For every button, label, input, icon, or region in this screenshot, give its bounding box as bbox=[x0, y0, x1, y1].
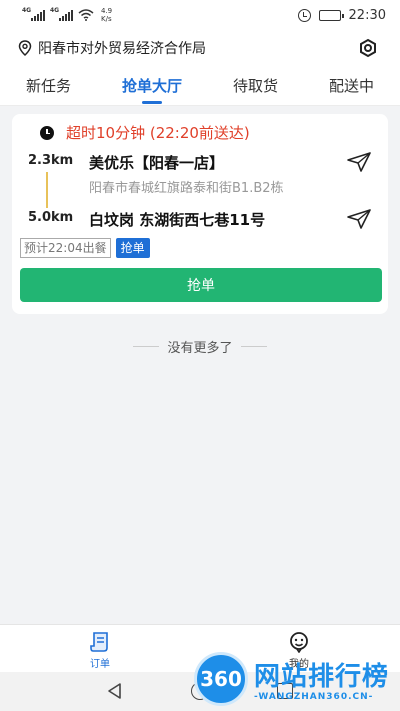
net-speed-value: 4.9 bbox=[101, 7, 113, 15]
location-row[interactable]: 阳春市对外贸易经济合作局 bbox=[0, 30, 400, 66]
order-card[interactable]: 超时10分钟 (22:20前送达) 2.3km 美优乐【阳春一店】 阳春市春城红… bbox=[12, 114, 388, 314]
destination-name: 白坟岗 东湖街西七巷11号 bbox=[89, 211, 266, 229]
estimate-tag: 预计22:04出餐 bbox=[20, 238, 111, 258]
status-bar: 4G 4G 4.9 K/s 22:30 bbox=[0, 0, 400, 30]
signal-tag: 4G bbox=[22, 7, 32, 14]
grab-order-button[interactable]: 抢单 bbox=[20, 268, 382, 302]
nav-orders[interactable]: 订单 bbox=[70, 631, 130, 670]
shop-name: 美优乐【阳春一店】 bbox=[89, 154, 225, 172]
alarm-icon bbox=[297, 8, 311, 22]
clock-icon bbox=[40, 125, 54, 140]
net-speed: 4.9 K/s bbox=[101, 7, 112, 23]
tab-new-task[interactable]: 新任务 bbox=[26, 70, 71, 106]
tag-row: 预计22:04出餐 抢单 bbox=[20, 238, 150, 258]
header: 阳春市对外贸易经济合作局 新任务 抢单大厅 待取货 配送中 bbox=[0, 30, 400, 106]
orders-icon bbox=[90, 632, 108, 652]
timeout-text: 超时10分钟 (22:20前送达) bbox=[66, 124, 250, 142]
navigate-icon[interactable] bbox=[346, 208, 372, 230]
watermark-subtitle: -WANGZHAN360.CN- bbox=[254, 692, 374, 702]
nav-orders-label: 订单 bbox=[90, 659, 110, 670]
grab-tag: 抢单 bbox=[115, 238, 150, 258]
signal-tag: 4G bbox=[50, 7, 60, 14]
route-line bbox=[46, 172, 48, 208]
location-text: 阳春市对外贸易经济合作局 bbox=[38, 41, 206, 57]
signal-icon: 4G bbox=[50, 7, 73, 21]
watermark-badge: 360 bbox=[194, 652, 248, 706]
dest-distance: 5.0km bbox=[28, 210, 74, 225]
tab-delivering[interactable]: 配送中 bbox=[329, 70, 374, 106]
shop-distance: 2.3km bbox=[28, 153, 74, 168]
watermark-logo: 360 网站排行榜 -WANGZHAN360.CN- bbox=[190, 648, 400, 710]
divider bbox=[133, 346, 160, 347]
status-time: 22:30 bbox=[348, 7, 386, 23]
back-icon[interactable] bbox=[106, 682, 124, 700]
net-speed-unit: K/s bbox=[101, 15, 112, 23]
signal-icon: 4G bbox=[22, 7, 45, 21]
list-footer: 没有更多了 bbox=[0, 337, 400, 356]
navigate-icon[interactable] bbox=[346, 151, 372, 173]
tab-pending-pickup[interactable]: 待取货 bbox=[233, 70, 278, 106]
timeout-row: 超时10分钟 (22:20前送达) bbox=[40, 122, 250, 143]
status-right: 22:30 bbox=[297, 7, 386, 23]
location-pin-icon bbox=[18, 40, 32, 56]
eye-icon bbox=[360, 38, 376, 58]
tab-grab-hall[interactable]: 抢单大厅 bbox=[122, 70, 182, 106]
divider bbox=[240, 346, 267, 347]
eye-button[interactable] bbox=[356, 36, 380, 60]
tab-bar: 新任务 抢单大厅 待取货 配送中 bbox=[0, 70, 400, 106]
status-left: 4G 4G 4.9 K/s bbox=[22, 7, 112, 23]
watermark-title: 网站排行榜 bbox=[254, 662, 390, 692]
battery-icon bbox=[318, 9, 344, 21]
no-more-text: 没有更多了 bbox=[167, 341, 233, 356]
shop-address: 阳春市春城红旗路泰和街B1.B2栋 bbox=[89, 181, 284, 196]
wifi-icon bbox=[78, 9, 94, 21]
